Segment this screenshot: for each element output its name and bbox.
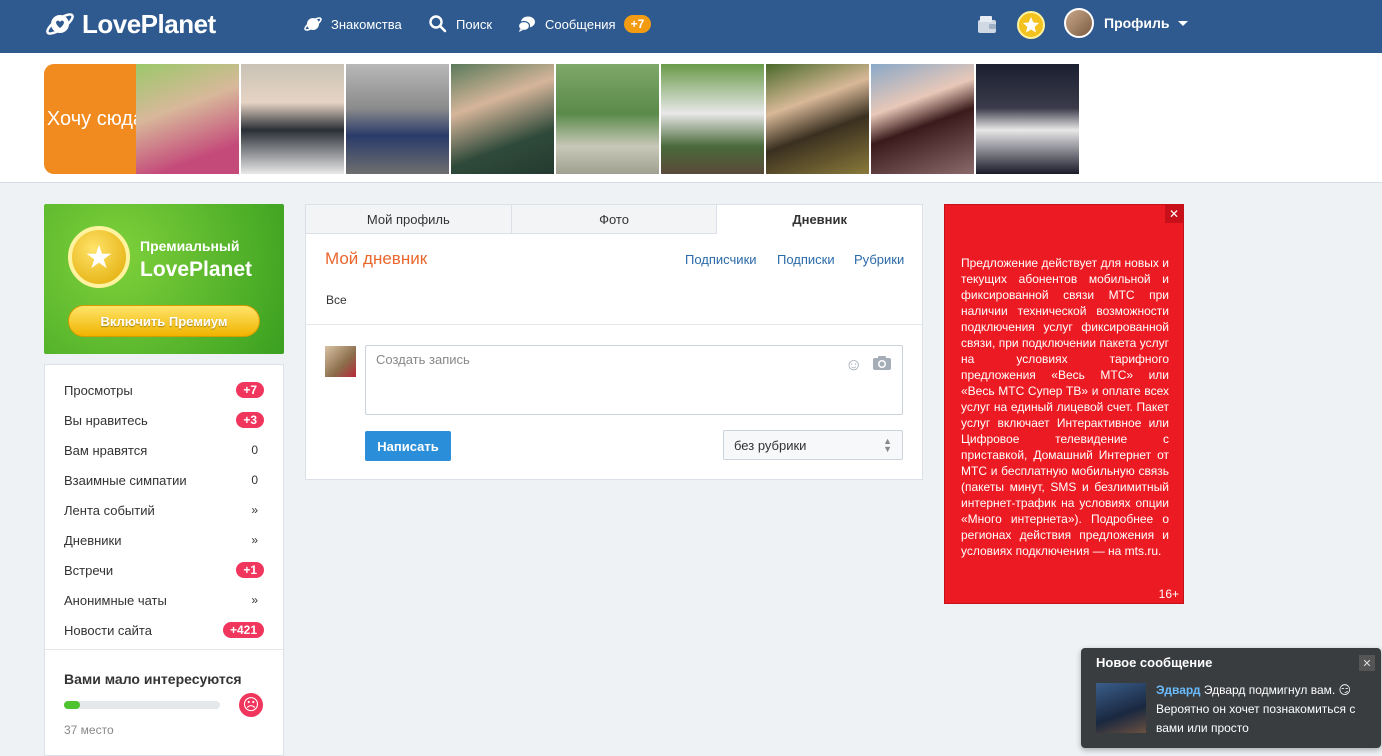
stat-label: Встречи xyxy=(64,562,114,578)
interest-progress xyxy=(64,701,220,709)
tab-photo[interactable]: Фото xyxy=(511,205,718,234)
premium-title-2: LovePlanet xyxy=(140,258,253,281)
rubric-select-value: без рубрики xyxy=(734,437,807,453)
user-photo-2[interactable] xyxy=(241,64,344,174)
notification-message: Эдвард Эдвард подмигнул вам. 😏 Вероятно … xyxy=(1156,681,1368,738)
logo-text: LovePlanet xyxy=(82,8,216,39)
sender-name[interactable]: Эдвард xyxy=(1156,683,1201,697)
top-header: LovePlanet Знакомства Поиск Сообщения +7… xyxy=(0,0,1382,53)
stat-label: Просмотры xyxy=(64,382,133,398)
stat-you-like[interactable]: Вам нравятся 0 xyxy=(64,440,264,460)
stat-value: 0 xyxy=(251,443,258,457)
enable-premium-button[interactable]: Включить Премиум xyxy=(68,305,260,337)
avatar xyxy=(325,346,356,377)
rank-place: 37 место xyxy=(64,723,114,737)
nav-dating[interactable]: Знакомства xyxy=(303,14,402,34)
nav-search-label: Поиск xyxy=(456,16,493,32)
stat-value: » xyxy=(251,533,258,547)
planet-logo-icon xyxy=(46,13,74,35)
user-photo-4[interactable] xyxy=(451,64,554,174)
stat-badge: +421 xyxy=(222,622,264,638)
user-photo-6[interactable] xyxy=(661,64,764,174)
interest-title: Вами мало интересуются xyxy=(64,671,242,687)
ad-banner[interactable]: ✕ Предложение действует для новых и теку… xyxy=(944,204,1184,604)
photo-strip: Хочу сюда xyxy=(0,53,1382,183)
stat-label: Анонимные чаты xyxy=(64,592,167,608)
stat-value: » xyxy=(251,593,258,607)
avatar xyxy=(1096,683,1146,733)
user-photo-1[interactable] xyxy=(136,64,239,174)
profile-menu[interactable]: Профиль xyxy=(1064,8,1188,38)
subscribers-link[interactable]: Подписчики xyxy=(685,252,757,267)
premium-banner[interactable]: ★ Премиальный LovePlanet Включить Премиу… xyxy=(44,204,284,354)
stat-anon-chats[interactable]: Анонимные чаты » xyxy=(64,590,264,610)
submit-post-button[interactable]: Написать xyxy=(365,431,451,461)
stat-value: 0 xyxy=(251,473,258,487)
user-photo-5[interactable] xyxy=(556,64,659,174)
stat-label: Лента событий xyxy=(64,502,155,518)
want-here-button[interactable]: Хочу сюда xyxy=(44,64,159,174)
stat-label: Новости сайта xyxy=(64,622,152,638)
chevron-down-icon xyxy=(1177,20,1188,26)
stat-mutual[interactable]: Взаимные симпатии 0 xyxy=(64,470,264,490)
stat-label: Вам нравятся xyxy=(64,442,148,458)
rubric-select[interactable]: без рубрики ▲ ▼ xyxy=(723,430,903,460)
stat-badge: +7 xyxy=(236,382,264,398)
age-rating: 16+ xyxy=(1158,587,1179,601)
stat-label: Взаимные симпатии xyxy=(64,472,187,488)
stat-feed[interactable]: Лента событий » xyxy=(64,500,264,520)
user-photo-7[interactable] xyxy=(766,64,869,174)
user-photo-3[interactable] xyxy=(346,64,449,174)
stat-badge: +3 xyxy=(236,412,264,428)
avatar xyxy=(1064,8,1094,38)
stat-value: » xyxy=(251,503,258,517)
tab-my-profile[interactable]: Мой профиль xyxy=(306,205,512,234)
messages-badge: +7 xyxy=(623,15,652,33)
stat-site-news[interactable]: Новости сайта +421 xyxy=(64,620,264,640)
diary-panel: Мой профиль Фото Дневник Мой дневник Под… xyxy=(305,204,923,480)
tab-diary[interactable]: Дневник xyxy=(717,205,923,234)
rubrics-link[interactable]: Рубрики xyxy=(854,252,904,267)
logo[interactable]: LovePlanet xyxy=(44,8,216,40)
interest-progress-fill xyxy=(64,701,80,709)
divider xyxy=(45,649,283,650)
stat-views[interactable]: Просмотры +7 xyxy=(64,380,264,400)
close-icon[interactable]: ✕ xyxy=(1359,655,1375,671)
premium-title-1: Премиальный xyxy=(140,238,240,254)
stat-liked-you[interactable]: Вы нравитесь +3 xyxy=(64,410,264,430)
profile-tabs: Мой профиль Фото Дневник xyxy=(306,205,923,234)
profile-label: Профиль xyxy=(1104,15,1170,31)
stat-label: Вы нравитесь xyxy=(64,412,148,428)
subscriptions-link[interactable]: Подписки xyxy=(777,252,835,267)
user-photo-8[interactable] xyxy=(871,64,974,174)
camera-icon[interactable] xyxy=(872,355,892,376)
stat-badge: +1 xyxy=(236,562,264,578)
close-icon[interactable]: ✕ xyxy=(1165,205,1183,223)
stat-diaries[interactable]: Дневники » xyxy=(64,530,264,550)
star-icon: ★ xyxy=(68,226,130,288)
wallet-icon[interactable] xyxy=(976,14,998,39)
planet-icon xyxy=(304,17,322,31)
new-message-notification[interactable]: Новое сообщение ✕ Эдвард Эдвард подмигну… xyxy=(1081,648,1381,748)
notification-title: Новое сообщение xyxy=(1096,655,1213,670)
search-icon xyxy=(429,15,447,33)
nav-messages[interactable]: Сообщения +7 xyxy=(517,14,652,34)
sad-face-icon: ☹ xyxy=(239,693,263,717)
chat-icon xyxy=(517,16,535,32)
nav-search[interactable]: Поиск xyxy=(428,14,492,34)
ad-text: Предложение действует для новых и текущи… xyxy=(961,256,1169,558)
new-post-input[interactable]: Создать запись xyxy=(365,345,903,415)
select-arrows-icon: ▲ ▼ xyxy=(883,436,892,454)
stats-panel: Просмотры +7 Вы нравитесь +3 Вам нравятс… xyxy=(44,364,284,756)
user-photo-9[interactable] xyxy=(976,64,1079,174)
stat-label: Дневники xyxy=(64,532,122,548)
smiley-icon[interactable]: ☺ xyxy=(845,355,862,375)
nav-messages-label: Сообщения xyxy=(545,16,616,32)
page-title: Мой дневник xyxy=(325,249,428,268)
divider xyxy=(306,324,922,325)
nav-dating-label: Знакомства xyxy=(331,16,402,32)
star-coin-icon[interactable] xyxy=(1017,11,1045,42)
filter-all[interactable]: Все xyxy=(326,293,347,307)
stat-meetings[interactable]: Встречи +1 xyxy=(64,560,264,580)
